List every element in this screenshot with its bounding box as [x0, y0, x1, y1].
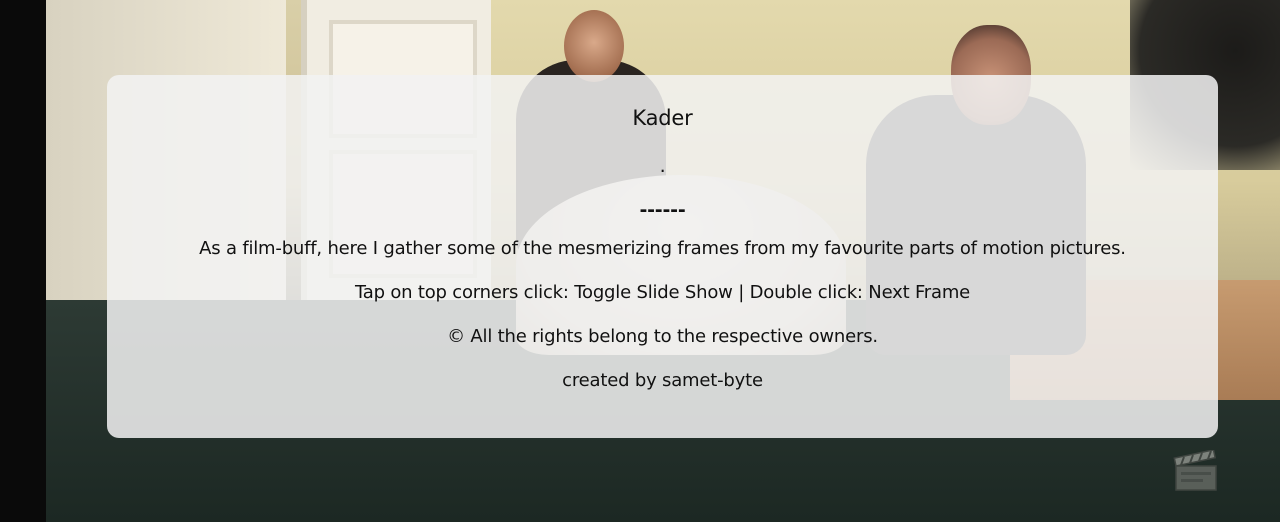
usage-hint-text: Tap on top corners click: Toggle Slide S… — [354, 282, 971, 303]
app-stage[interactable]: Kader . ------ As a film-buff, here I ga… — [0, 0, 1280, 522]
info-card: Kader . ------ As a film-buff, here I ga… — [107, 75, 1218, 438]
page-title: Kader — [632, 106, 693, 130]
title-dot: . — [659, 155, 666, 177]
scene-head-left — [564, 10, 624, 82]
description-text: As a film-buff, here I gather some of th… — [199, 238, 1126, 259]
rights-notice: © All the rights belong to the respectiv… — [447, 326, 878, 347]
divider-rule: ------ — [639, 199, 686, 221]
clapperboard-icon[interactable] — [1172, 450, 1220, 492]
creator-credit: created by samet-byte — [562, 370, 763, 391]
